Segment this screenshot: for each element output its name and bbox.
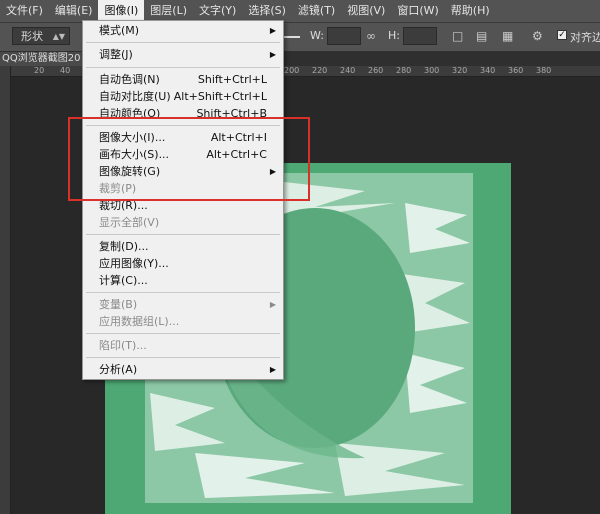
menu-item-reveal-all: 显示全部(V) [83, 214, 283, 231]
align-edges-checkbox[interactable]: ✓ [557, 30, 567, 40]
menu-item-shortcut: Shift+Ctrl+L [197, 73, 267, 86]
menu-item-analysis[interactable]: 分析(A) ▶ [83, 361, 283, 378]
menu-separator [86, 67, 280, 68]
menu-item-label: 陷印(T)... [99, 339, 147, 352]
ruler-tick: 20 [34, 66, 45, 75]
menu-item-label: 模式(M) [99, 24, 140, 37]
height-label: H: [388, 29, 400, 42]
menu-separator [86, 333, 280, 334]
align-edges-label: 对齐边 [570, 31, 600, 44]
menu-edit[interactable]: 编辑(E) [49, 0, 99, 22]
menu-item-label: 调整(J) [99, 48, 133, 61]
height-input[interactable] [403, 27, 437, 45]
menu-separator [86, 292, 280, 293]
ruler-tick: 200 [284, 66, 300, 75]
menu-item-label: 计算(C)... [99, 274, 148, 287]
submenu-arrow-icon: ▶ [269, 50, 276, 59]
menu-item-label: 显示全部(V) [99, 216, 160, 229]
menu-item-shortcut: Alt+Shift+Ctrl+L [173, 90, 267, 103]
ruler-tick: 380 [536, 66, 552, 75]
menu-item-calculations[interactable]: 计算(C)... [83, 272, 283, 289]
menu-separator [86, 42, 280, 43]
menu-filter[interactable]: 滤镜(T) [292, 0, 341, 22]
vertical-ruler [0, 66, 11, 514]
path-arrangement-icon[interactable]: ▦ [502, 29, 513, 43]
link-icon[interactable]: ∞ [366, 29, 376, 43]
menu-item-trap: 陷印(T)... [83, 337, 283, 354]
menu-item-variables: 变量(B) ▶ [83, 296, 283, 313]
updown-arrow-icon: ▲▼ [52, 32, 65, 41]
menu-item-adjustments[interactable]: 调整(J) ▶ [83, 46, 283, 63]
menu-separator [86, 357, 280, 358]
width-label: W: [310, 29, 324, 42]
menu-window[interactable]: 窗口(W) [391, 0, 444, 22]
submenu-arrow-icon: ▶ [269, 365, 276, 374]
ruler-tick: 320 [452, 66, 468, 75]
submenu-arrow-icon: ▶ [269, 26, 276, 35]
menu-type[interactable]: 文字(Y) [193, 0, 242, 22]
ruler-tick: 240 [340, 66, 356, 75]
path-operations-icon[interactable]: □ [452, 29, 463, 43]
ruler-tick: 40 [60, 66, 71, 75]
menu-select[interactable]: 选择(S) [242, 0, 292, 22]
ruler-tick: 300 [424, 66, 440, 75]
menu-item-label: 复制(D)... [99, 240, 149, 253]
menu-layer[interactable]: 图层(L) [144, 0, 193, 22]
shape-mode-value: 形状 [21, 30, 43, 43]
menu-help[interactable]: 帮助(H) [445, 0, 496, 22]
path-alignment-icon[interactable]: ▤ [476, 29, 487, 43]
highlight-annotation-box [68, 117, 310, 201]
submenu-arrow-icon: ▶ [269, 300, 276, 309]
menu-item-label: 自动对比度(U) [99, 90, 171, 103]
ruler-tick: 260 [368, 66, 384, 75]
menu-item-label: 变量(B) [99, 298, 138, 311]
menu-item-label: 应用图像(Y)... [99, 257, 169, 270]
menu-view[interactable]: 视图(V) [341, 0, 391, 22]
menu-item-apply-image[interactable]: 应用图像(Y)... [83, 255, 283, 272]
ruler-tick: 360 [508, 66, 524, 75]
gear-icon[interactable]: ⚙ [532, 29, 543, 43]
menu-item-mode[interactable]: 模式(M) ▶ [83, 22, 283, 39]
ruler-tick: 220 [312, 66, 328, 75]
width-input[interactable] [327, 27, 361, 45]
ruler-tick: 340 [480, 66, 496, 75]
menu-item-label: 分析(A) [99, 363, 138, 376]
menu-item-label: 自动色调(N) [99, 73, 160, 86]
menu-separator [86, 234, 280, 235]
menu-item-duplicate[interactable]: 复制(D)... [83, 238, 283, 255]
menu-item-auto-tone[interactable]: 自动色调(N) Shift+Ctrl+L [83, 71, 283, 88]
stroke-line-icon[interactable] [284, 36, 300, 38]
menu-image[interactable]: 图像(I) [98, 0, 145, 22]
menu-item-auto-contrast[interactable]: 自动对比度(U) Alt+Shift+Ctrl+L [83, 88, 283, 105]
document-tab[interactable]: QQ浏览器截图20 [0, 52, 86, 66]
ruler-tick: 280 [396, 66, 412, 75]
menu-item-label: 应用数据组(L)... [99, 315, 180, 328]
menu-file[interactable]: 文件(F) [0, 0, 49, 22]
shape-mode-select[interactable]: 形状 ▲▼ [12, 27, 70, 45]
menu-item-apply-data-set: 应用数据组(L)... [83, 313, 283, 330]
